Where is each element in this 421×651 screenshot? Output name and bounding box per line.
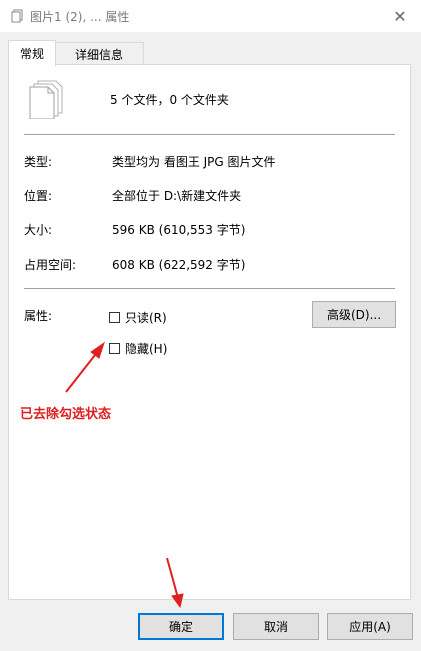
file-count-summary: 5 个文件，0 个文件夹 [110,93,229,107]
readonly-checkbox[interactable] [109,312,120,323]
hidden-checkbox[interactable] [109,343,120,354]
multiple-files-icon [29,80,63,119]
window-title: 图片1 (2), ... 属性 [30,10,130,24]
hidden-label: 隐藏(H) [125,342,168,356]
location-label: 位置: [24,189,53,203]
separator [24,288,395,289]
apply-button[interactable]: 应用(A) [327,613,413,640]
files-icon [11,9,23,23]
ok-button[interactable]: 确定 [138,613,224,640]
tab-details[interactable]: 详细信息 [54,42,144,65]
close-button[interactable]: ✕ [379,0,421,32]
close-icon: ✕ [393,6,407,26]
general-panel: 5 个文件，0 个文件夹 类型: 类型均为 看图王 JPG 图片文件 位置: 全… [8,64,411,600]
hidden-checkbox-row[interactable]: 隐藏(H) [109,340,167,357]
separator [24,134,395,135]
readonly-checkbox-row[interactable]: 只读(R) [109,309,167,326]
readonly-label: 只读(R) [125,311,167,325]
cancel-button[interactable]: 取消 [233,613,319,640]
advanced-button[interactable]: 高级(D)... [312,301,396,328]
annotation-text: 已去除勾选状态 [20,407,112,422]
size-value: 596 KB (610,553 字节) [112,223,246,237]
title-bar: 图片1 (2), ... 属性 ✕ [0,0,421,32]
type-value: 类型均为 看图王 JPG 图片文件 [112,155,276,169]
location-value: 全部位于 D:\新建文件夹 [112,189,242,203]
size-on-disk-value: 608 KB (622,592 字节) [112,258,246,272]
size-label: 大小: [24,223,53,237]
size-on-disk-label: 占用空间: [24,258,77,272]
type-label: 类型: [24,155,53,169]
attributes-label: 属性: [24,309,53,323]
tab-general[interactable]: 常规 [8,40,56,66]
